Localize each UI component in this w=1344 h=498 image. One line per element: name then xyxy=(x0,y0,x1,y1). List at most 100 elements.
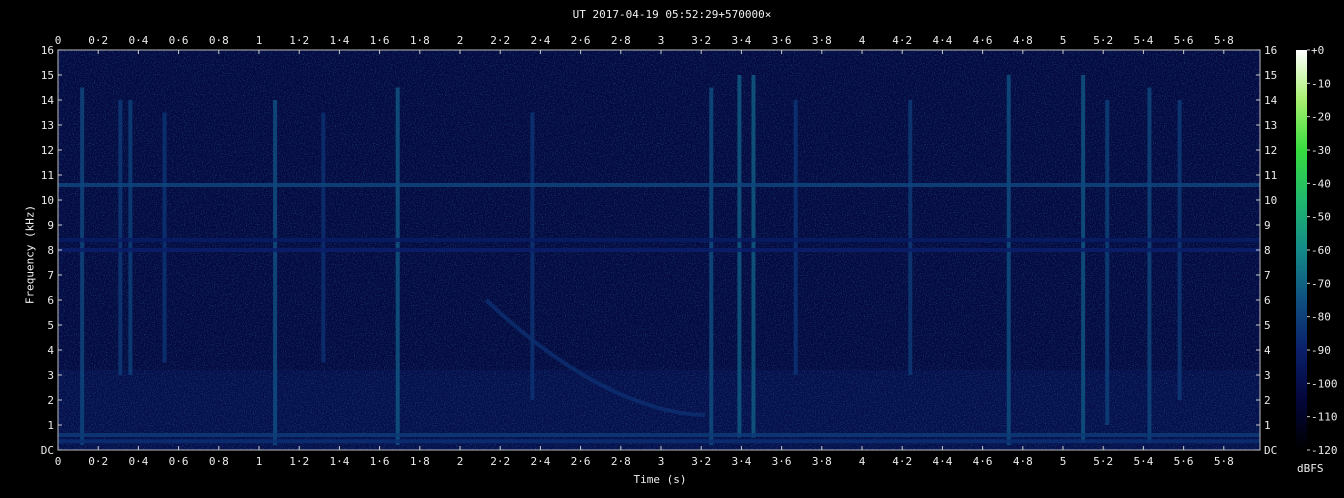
x-tick-label-top: 5·2 xyxy=(1093,34,1113,47)
x-tick-label: 5·6 xyxy=(1174,455,1194,468)
x-tick-label-top: 0·6 xyxy=(169,34,189,47)
y-tick-label: DC xyxy=(41,444,54,457)
impulse-streak xyxy=(751,75,756,438)
y-tick-label: 1 xyxy=(47,419,54,432)
x-tick-label-top: 5 xyxy=(1060,34,1067,47)
impulse-streak xyxy=(709,87,714,445)
x-tick-label: 4·2 xyxy=(892,455,912,468)
x-tick-label-top: 4·8 xyxy=(1013,34,1033,47)
x-tick-label: 5·4 xyxy=(1133,455,1153,468)
colorbar: +0 -10 -20 -30 -40 -50 -60 -70 -80 -90 -100 -110 -12… xyxy=(1296,44,1338,457)
impulse-streak xyxy=(118,100,123,375)
impulse-streak xyxy=(395,87,400,445)
y-tick-label-right: 11 xyxy=(1264,169,1277,182)
impulse-streak xyxy=(908,100,913,375)
x-tick-label-top: 2·2 xyxy=(490,34,510,47)
x-tick-label: 2·8 xyxy=(611,455,631,468)
colorbar-tick-label: -30 xyxy=(1311,144,1331,157)
x-tick-label-top: 4·6 xyxy=(973,34,993,47)
x-tick-label: 1·6 xyxy=(370,455,390,468)
y-tick-label: 14 xyxy=(41,94,55,107)
colorbar-tick-label: -60 xyxy=(1311,244,1331,257)
impulse-streak xyxy=(80,87,85,445)
x-tick-label: 0 xyxy=(55,455,62,468)
x-tick-label: 3·8 xyxy=(812,455,832,468)
impulse-streak xyxy=(273,100,278,445)
x-tick-label: 0·6 xyxy=(169,455,189,468)
x-tick-label: 1·4 xyxy=(329,455,349,468)
y-tick-label: 5 xyxy=(47,319,54,332)
x-tick-label: 4 xyxy=(859,455,866,468)
x-tick-label-top: 3·6 xyxy=(772,34,792,47)
x-tick-label-top: 5·6 xyxy=(1174,34,1194,47)
y-tick-label-right: 10 xyxy=(1264,194,1277,207)
y-tick-label: 10 xyxy=(41,194,54,207)
x-tick-label: 5·2 xyxy=(1093,455,1113,468)
impulse-streak xyxy=(321,112,326,363)
x-tick-label: 2 xyxy=(457,455,464,468)
colorbar-tick-label: -50 xyxy=(1311,211,1331,224)
y-tick-label: 8 xyxy=(47,244,54,257)
colorbar-tick-label: -70 xyxy=(1311,277,1331,290)
colorbar-tick-label: -100 xyxy=(1311,377,1338,390)
x-tick-label: 4·8 xyxy=(1013,455,1033,468)
impulse-streak xyxy=(128,100,133,375)
y-tick-label-right: 4 xyxy=(1264,344,1271,357)
x-tick-label-top: 2·8 xyxy=(611,34,631,47)
hum-line xyxy=(58,238,1260,242)
y-tick-label-right: 1 xyxy=(1264,419,1271,432)
x-tick-label-top: 5·4 xyxy=(1133,34,1153,47)
y-tick-label: 3 xyxy=(47,369,54,382)
y-tick-label-right: 13 xyxy=(1264,119,1277,132)
x-tick-label-top: 1 xyxy=(256,34,263,47)
x-tick-label-top: 1·6 xyxy=(370,34,390,47)
x-tick-label: 4·6 xyxy=(973,455,993,468)
y-tick-label-right: DC xyxy=(1264,444,1277,457)
x-tick-label: 3·2 xyxy=(691,455,711,468)
hum-line xyxy=(58,248,1260,252)
x-tick-label: 2·6 xyxy=(571,455,591,468)
y-tick-label-right: 5 xyxy=(1264,319,1271,332)
hum-line xyxy=(58,183,1260,187)
x-tick-label: 0·8 xyxy=(209,455,229,468)
y-tick-label-right: 16 xyxy=(1264,44,1277,57)
y-tick-label: 9 xyxy=(47,219,54,232)
x-tick-label: 0·4 xyxy=(128,455,148,468)
impulse-streak xyxy=(162,112,167,363)
x-tick-label-top: 5·8 xyxy=(1214,34,1234,47)
x-tick-label-top: 0·4 xyxy=(128,34,148,47)
x-tick-label-top: 4·4 xyxy=(932,34,952,47)
impulse-streak xyxy=(793,100,798,375)
y-tick-label-right: 2 xyxy=(1264,394,1271,407)
y-tick-label: 4 xyxy=(47,344,54,357)
x-tick-label-top: 3·4 xyxy=(731,34,751,47)
x-tick-label-top: 2·4 xyxy=(530,34,550,47)
x-tick-label: 5·8 xyxy=(1214,455,1234,468)
impulse-streak xyxy=(1081,75,1086,443)
colorbar-tick-label: -10 xyxy=(1311,77,1331,90)
x-tick-label: 0·2 xyxy=(88,455,108,468)
colorbar-tick-label: -40 xyxy=(1311,177,1331,190)
y-tick-label: 12 xyxy=(41,144,54,157)
colorbar-tick-label: +0 xyxy=(1311,44,1324,57)
x-tick-label-top: 4 xyxy=(859,34,866,47)
plot-area xyxy=(58,50,1260,450)
x-tick-label: 3 xyxy=(658,455,665,468)
x-tick-label: 2·4 xyxy=(530,455,550,468)
y-tick-label: 11 xyxy=(41,169,54,182)
colorbar-tick-label: -120 xyxy=(1311,444,1338,457)
x-tick-label-top: 3·8 xyxy=(812,34,832,47)
x-tick-label: 3·4 xyxy=(731,455,751,468)
x-tick-label-top: 0 xyxy=(55,34,62,47)
x-tick-label-top: 3 xyxy=(658,34,665,47)
colorbar-tick-label: -110 xyxy=(1311,411,1338,424)
y-tick-label: 13 xyxy=(41,119,54,132)
x-tick-label-top: 0·2 xyxy=(88,34,108,47)
x-tick-label: 2·2 xyxy=(490,455,510,468)
y-tick-label-right: 8 xyxy=(1264,244,1271,257)
x-tick-label: 5 xyxy=(1060,455,1067,468)
impulse-streak xyxy=(737,75,742,438)
x-tick-label-top: 3·2 xyxy=(691,34,711,47)
y-tick-label-right: 6 xyxy=(1264,294,1271,307)
spectrogram-chart: 000·20·20·40·40·60·60·80·8111·21·21·41·4… xyxy=(41,34,1338,468)
